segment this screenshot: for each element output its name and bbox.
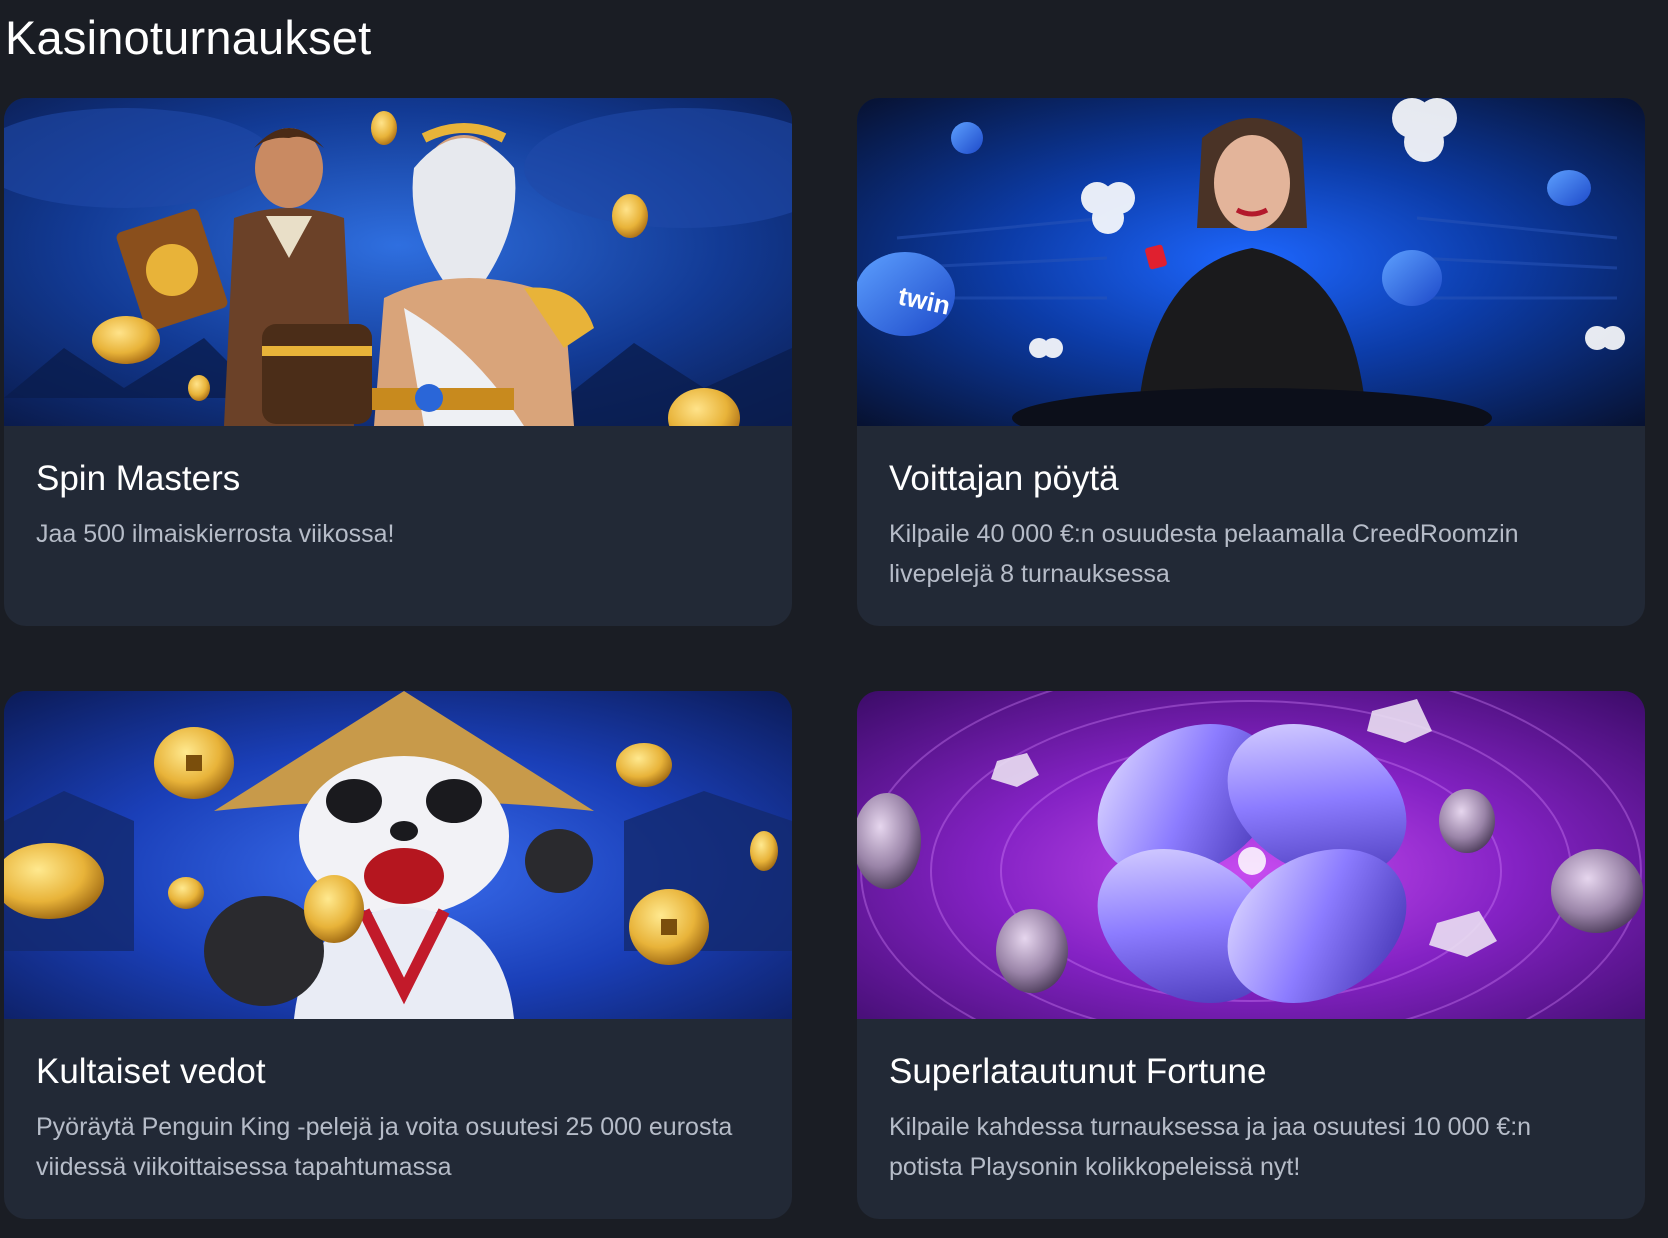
- tournament-title: Spin Masters: [36, 459, 241, 498]
- tournament-description: Pyöräytä Penguin King -pelejä ja voita o…: [36, 1113, 733, 1181]
- tournament-title: Superlatautunut Fortune: [889, 1052, 1267, 1091]
- tournament-description: Kilpaile 40 000 €:n osuudesta pelaamalla…: [889, 520, 1519, 588]
- voittajan-poyta-banner-image: twin: [857, 98, 1645, 426]
- page-title: Kasinoturnaukset: [5, 11, 372, 64]
- tournament-description: Jaa 500 ilmaiskierrosta viikossa!: [36, 520, 395, 548]
- tournament-grid: Spin Masters Jaa 500 ilmaiskierrosta vii…: [4, 98, 1645, 1219]
- tournament-title: Kultaiset vedot: [36, 1052, 266, 1091]
- spin-masters-banner-image: [4, 98, 792, 426]
- page: Kasinoturnaukset Spin Masters Jaa 500 il…: [0, 0, 1668, 1238]
- tournament-title: Voittajan pöytä: [889, 459, 1119, 498]
- tournament-description: Kilpaile kahdessa turnauksessa ja jaa os…: [889, 1113, 1532, 1181]
- tournament-card-kultaiset-vedot[interactable]: Kultaiset vedot Pyöräytä Penguin King -p…: [4, 691, 792, 1219]
- tournament-card-superlatautunut-fortune[interactable]: Superlatautunut Fortune Kilpaile kahdess…: [857, 691, 1645, 1219]
- tournament-card-spin-masters[interactable]: Spin Masters Jaa 500 ilmaiskierrosta vii…: [4, 98, 792, 626]
- tournament-card-voittajan-poyta[interactable]: twin Voittajan pöytä Kilpaile 40 000 €:n…: [857, 98, 1645, 626]
- kultaiset-vedot-banner-image: [4, 691, 792, 1019]
- superlatautunut-fortune-banner-image: [857, 691, 1645, 1019]
